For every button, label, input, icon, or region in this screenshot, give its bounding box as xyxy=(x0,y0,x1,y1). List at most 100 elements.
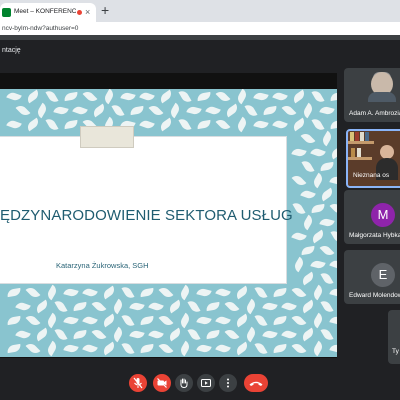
slide-leaf-pattern xyxy=(318,187,335,202)
address-bar[interactable]: ncv-bylm-ndw?authuser=0 xyxy=(0,22,400,35)
end-call-button[interactable] xyxy=(244,374,268,392)
slide-leaf-pattern xyxy=(15,103,30,118)
slide-leaf-pattern xyxy=(244,326,258,343)
slide-leaf-pattern xyxy=(254,284,268,301)
slide-leaf-pattern xyxy=(25,285,40,300)
participant-photo-shirt xyxy=(368,92,396,102)
slide-leaf-pattern xyxy=(6,343,22,354)
new-tab-button[interactable]: + xyxy=(101,2,109,18)
slide-leaf-pattern xyxy=(261,301,278,312)
slide-leaf-pattern xyxy=(196,119,212,130)
presenting-bar: ntację xyxy=(0,40,400,61)
slide-leaf-pattern xyxy=(299,299,316,314)
slide-leaf-pattern xyxy=(244,102,258,119)
slide-leaf-pattern xyxy=(281,103,296,118)
participant-name: Małgorzata Hybka xyxy=(349,232,400,239)
participant-tile-malgorzata[interactable]: M Małgorzata Hybka xyxy=(344,190,400,244)
slide-leaf-pattern xyxy=(290,89,307,104)
end-call-icon xyxy=(249,381,263,386)
slide-leaf-pattern xyxy=(309,259,326,270)
slide-leaf-pattern xyxy=(329,91,337,102)
slide-leaf-pattern xyxy=(214,342,231,355)
slide-leaf-pattern xyxy=(261,329,278,340)
slide-leaf-pattern xyxy=(205,301,221,312)
mic-toggle-button[interactable] xyxy=(129,374,147,392)
slide-leaf-pattern xyxy=(235,89,249,105)
slide-leaf-pattern xyxy=(292,200,306,217)
slide-leaf-pattern xyxy=(121,340,135,357)
slide-leaf-pattern xyxy=(14,328,31,341)
slide-leaf-pattern xyxy=(121,312,135,329)
slide-leaf-pattern xyxy=(311,340,325,357)
slide-leaf-pattern xyxy=(166,299,183,314)
slide-leaf-pattern xyxy=(233,313,250,328)
slide-leaf-pattern xyxy=(235,116,249,133)
slide-leaf-pattern xyxy=(139,343,155,354)
slide-leaf-pattern xyxy=(25,313,40,328)
slide-leaf-pattern xyxy=(128,329,145,340)
slide-leaf-pattern xyxy=(24,89,41,104)
slide-leaf-pattern xyxy=(100,285,117,300)
video-book xyxy=(355,132,359,141)
slide-leaf-pattern xyxy=(6,315,22,326)
participant-tile-adam[interactable]: Adam A. Ambroziak xyxy=(344,68,400,122)
slide-leaf-pattern xyxy=(185,105,202,116)
slide-leaf-pattern xyxy=(262,105,278,116)
browser-tab[interactable]: Meet – KONFERENCJA MI × xyxy=(0,3,96,22)
slide-leaf-pattern xyxy=(300,131,315,146)
slide-leaf-pattern xyxy=(178,340,192,357)
more-options-button[interactable] xyxy=(219,374,237,392)
slide-leaf-pattern xyxy=(62,287,79,298)
slide-leaf-pattern xyxy=(291,341,306,356)
tab-close-icon[interactable]: × xyxy=(85,6,90,18)
recording-indicator-icon xyxy=(77,10,82,15)
slide-leaf-pattern xyxy=(178,284,192,301)
slide-leaf-pattern xyxy=(271,118,288,131)
slide-leaf-pattern xyxy=(71,104,88,117)
slide-leaf-pattern xyxy=(5,118,22,131)
present-button[interactable] xyxy=(197,374,215,392)
slide-leaf-pattern xyxy=(310,203,326,214)
url-text[interactable]: ncv-bylm-ndw?authuser=0 xyxy=(2,23,78,34)
slide-leaf-pattern xyxy=(329,119,337,130)
slide-leaf-pattern xyxy=(138,90,155,103)
slide-leaf-pattern xyxy=(168,102,182,119)
participant-tile-self[interactable]: Ty xyxy=(388,310,400,364)
slide-leaf-pattern xyxy=(214,314,231,327)
slide-author: Katarzyna Żukrowska, SGH xyxy=(56,261,149,270)
slide-leaf-pattern xyxy=(300,245,316,256)
slide-leaf-pattern xyxy=(62,343,79,354)
slide-leaf-pattern xyxy=(196,91,212,102)
slide-leaf-pattern xyxy=(299,271,316,286)
video-shelf xyxy=(348,141,374,144)
slide-leaf-pattern xyxy=(129,105,145,116)
slide-leaf-pattern xyxy=(224,299,239,314)
slide-leaf-pattern xyxy=(301,214,315,231)
slide-leaf-pattern xyxy=(100,313,117,328)
slide-leaf-pattern xyxy=(205,329,221,340)
slide-leaf-pattern xyxy=(90,103,107,118)
slide-leaf-pattern xyxy=(280,328,297,341)
slide-leaf-pattern xyxy=(81,314,98,327)
video-book xyxy=(350,132,354,141)
camera-toggle-button[interactable] xyxy=(153,374,171,392)
slide-leaf-pattern xyxy=(138,118,155,131)
slide-leaf-pattern xyxy=(24,117,41,132)
participant-tile-video[interactable]: Nieznana os xyxy=(346,129,400,188)
participant-name: Ty xyxy=(392,348,399,355)
slide-leaf-pattern xyxy=(187,326,201,343)
slide-leaf-pattern xyxy=(318,217,335,228)
slide-leaf-pattern xyxy=(252,91,269,102)
participant-tile-edward[interactable]: E Edward Molendowski xyxy=(344,250,400,304)
slide-leaf-pattern xyxy=(309,229,326,244)
slide-leaf-pattern xyxy=(291,313,306,328)
slide-leaf-pattern xyxy=(121,284,135,301)
slide-leaf-pattern xyxy=(309,146,326,159)
raise-hand-button[interactable] xyxy=(175,374,193,392)
slide-leaf-pattern xyxy=(328,175,337,186)
raise-hand-icon xyxy=(180,378,188,389)
slide-leaf-pattern xyxy=(158,341,173,356)
slide-leaf-pattern xyxy=(328,343,337,354)
slide-leaf-pattern xyxy=(25,341,40,356)
slide-leaf-pattern xyxy=(54,326,68,343)
